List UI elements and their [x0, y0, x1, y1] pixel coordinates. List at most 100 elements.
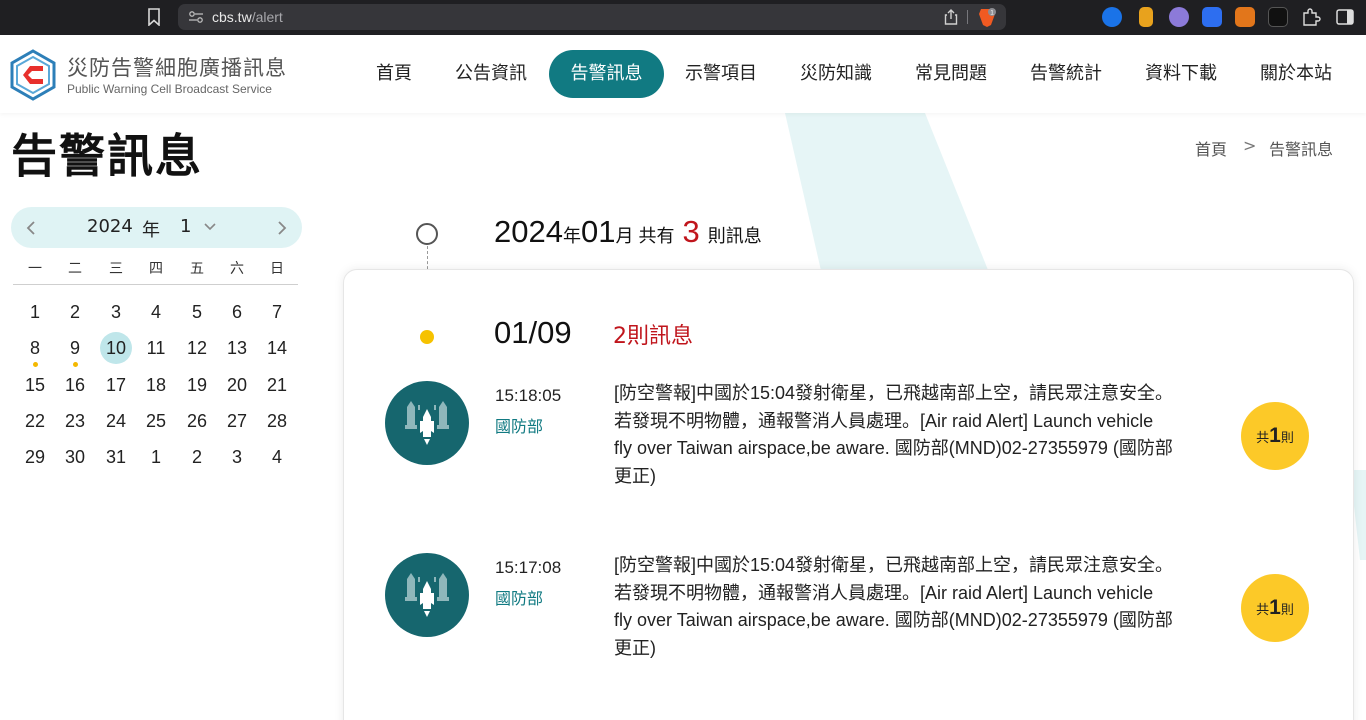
share-icon[interactable] [944, 9, 958, 25]
calendar-alert-dot [33, 362, 38, 367]
calendar-day[interactable]: 4 [140, 296, 172, 328]
weekday-sun: 日 [270, 261, 284, 277]
calendar-day[interactable]: 19 [181, 369, 213, 401]
calendar-day[interactable]: 9 [59, 332, 91, 364]
extensions-puzzle-icon[interactable] [1301, 7, 1321, 27]
calendar-day[interactable]: 2 [59, 296, 91, 328]
calendar-day[interactable]: 23 [59, 405, 91, 437]
nav-alert-messages[interactable]: 告警訊息 [549, 50, 664, 98]
day-date: 01/09 [494, 315, 572, 350]
alert-2-count-badge[interactable]: 共1則 [1241, 574, 1309, 642]
alert-1-agency[interactable]: 國防部 [495, 413, 543, 437]
missile-alert-icon [385, 553, 469, 637]
extension-c-icon[interactable] [1102, 7, 1122, 27]
breadcrumb-home[interactable]: 首頁 [1195, 136, 1227, 160]
missile-alert-icon [385, 381, 469, 465]
calendar-day[interactable]: 30 [59, 441, 91, 473]
prev-month-icon[interactable] [23, 219, 39, 237]
metamask-icon[interactable] [1235, 7, 1255, 27]
weekday-sat: 六 [230, 261, 244, 277]
nav-announcements[interactable]: 公告資訊 [447, 50, 535, 98]
brave-shields-icon[interactable]: 1 [978, 7, 996, 27]
alert-2-agency[interactable]: 國防部 [495, 585, 543, 609]
extension-k-icon[interactable] [1202, 7, 1222, 27]
site-title[interactable]: 災防告警細胞廣播訊息 [67, 52, 287, 82]
nav-about[interactable]: 關於本站 [1252, 50, 1340, 98]
summary-year: 2024 [494, 214, 563, 249]
calendar-day[interactable]: 7 [261, 296, 293, 328]
address-bar-divider [967, 10, 968, 24]
calendar-month[interactable]: 1 [180, 216, 191, 237]
nav-disaster-knowledge[interactable]: 災防知識 [792, 50, 880, 98]
extension-key-icon[interactable] [1139, 7, 1153, 27]
site-settings-icon[interactable] [188, 10, 204, 24]
chevron-down-icon[interactable] [203, 222, 217, 232]
calendar-day[interactable]: 24 [100, 405, 132, 437]
calendar-day[interactable]: 1 [140, 441, 172, 473]
calendar-day[interactable]: 2 [181, 441, 213, 473]
nav-alert-items[interactable]: 示警項目 [677, 50, 765, 98]
calendar-year[interactable]: 2024 [87, 216, 133, 237]
site-subtitle: Public Warning Cell Broadcast Service [67, 82, 272, 96]
weekday-wed: 三 [109, 261, 123, 277]
bookmark-icon[interactable] [147, 8, 161, 26]
calendar-day[interactable]: 21 [261, 369, 293, 401]
alert-2-time: 15:17:08 [495, 558, 562, 577]
calendar-alert-dot [73, 362, 78, 367]
page-title: 告警訊息 [11, 129, 203, 183]
extension-script-icon[interactable] [1268, 7, 1288, 27]
calendar-day[interactable]: 4 [261, 441, 293, 473]
calendar-day[interactable]: 16 [59, 369, 91, 401]
url-host: cbs.tw [212, 9, 252, 25]
address-bar[interactable]: cbs.tw/alert 1 [178, 4, 1006, 30]
extension-ghost-icon[interactable] [1169, 7, 1189, 27]
calendar-day[interactable]: 25 [140, 405, 172, 437]
calendar-day[interactable]: 22 [19, 405, 51, 437]
url-path: /alert [251, 9, 283, 25]
calendar-day[interactable]: 15 [19, 369, 51, 401]
browser-toolbar: cbs.tw/alert 1 [0, 0, 1366, 35]
nav-downloads[interactable]: 資料下載 [1137, 50, 1225, 98]
calendar-day[interactable]: 8 [19, 332, 51, 364]
calendar-day[interactable]: 1 [19, 296, 51, 328]
calendar-day[interactable]: 26 [181, 405, 213, 437]
summary-month-suffix: 月 [615, 226, 634, 247]
url-text[interactable]: cbs.tw/alert [212, 9, 283, 25]
calendar-day[interactable]: 17 [100, 369, 132, 401]
cbs-logo-icon[interactable] [10, 49, 56, 101]
alert-1-time: 15:18:05 [495, 386, 562, 405]
brave-badge-count: 1 [990, 10, 994, 17]
calendar-day[interactable]: 10 [100, 332, 132, 364]
summary-month: 01 [580, 214, 616, 249]
calendar-divider [13, 284, 298, 285]
calendar-year-suffix: 年 [142, 220, 160, 241]
weekday-thu: 四 [149, 261, 163, 277]
badge-count: 1 [1269, 596, 1281, 619]
calendar-day[interactable]: 3 [100, 296, 132, 328]
nav-faq[interactable]: 常見問題 [907, 50, 995, 98]
summary-suffix: 則訊息 [707, 226, 762, 247]
site-header: 災防告警細胞廣播訊息 Public Warning Cell Broadcast… [0, 35, 1366, 113]
calendar-day[interactable]: 27 [221, 405, 253, 437]
calendar-day[interactable]: 6 [221, 296, 253, 328]
nav-home[interactable]: 首頁 [366, 50, 422, 98]
calendar-header: 2024 年 1 [11, 207, 302, 248]
calendar-day[interactable]: 20 [221, 369, 253, 401]
weekday-tue: 二 [68, 261, 82, 277]
alert-1-count-badge[interactable]: 共1則 [1241, 402, 1309, 470]
calendar-day[interactable]: 29 [19, 441, 51, 473]
calendar-day[interactable]: 13 [221, 332, 253, 364]
nav-statistics[interactable]: 告警統計 [1022, 50, 1110, 98]
calendar-day[interactable]: 12 [181, 332, 213, 364]
next-month-icon[interactable] [274, 219, 290, 237]
timeline-day-marker [420, 330, 434, 344]
calendar-day[interactable]: 5 [181, 296, 213, 328]
calendar-day[interactable]: 31 [100, 441, 132, 473]
calendar-day[interactable]: 28 [261, 405, 293, 437]
calendar-day[interactable]: 11 [140, 332, 172, 364]
sidebar-toggle-icon[interactable] [1335, 7, 1355, 27]
calendar-day[interactable]: 14 [261, 332, 293, 364]
calendar-day[interactable]: 3 [221, 441, 253, 473]
calendar-day[interactable]: 18 [140, 369, 172, 401]
summary-count: 3 [682, 214, 700, 249]
